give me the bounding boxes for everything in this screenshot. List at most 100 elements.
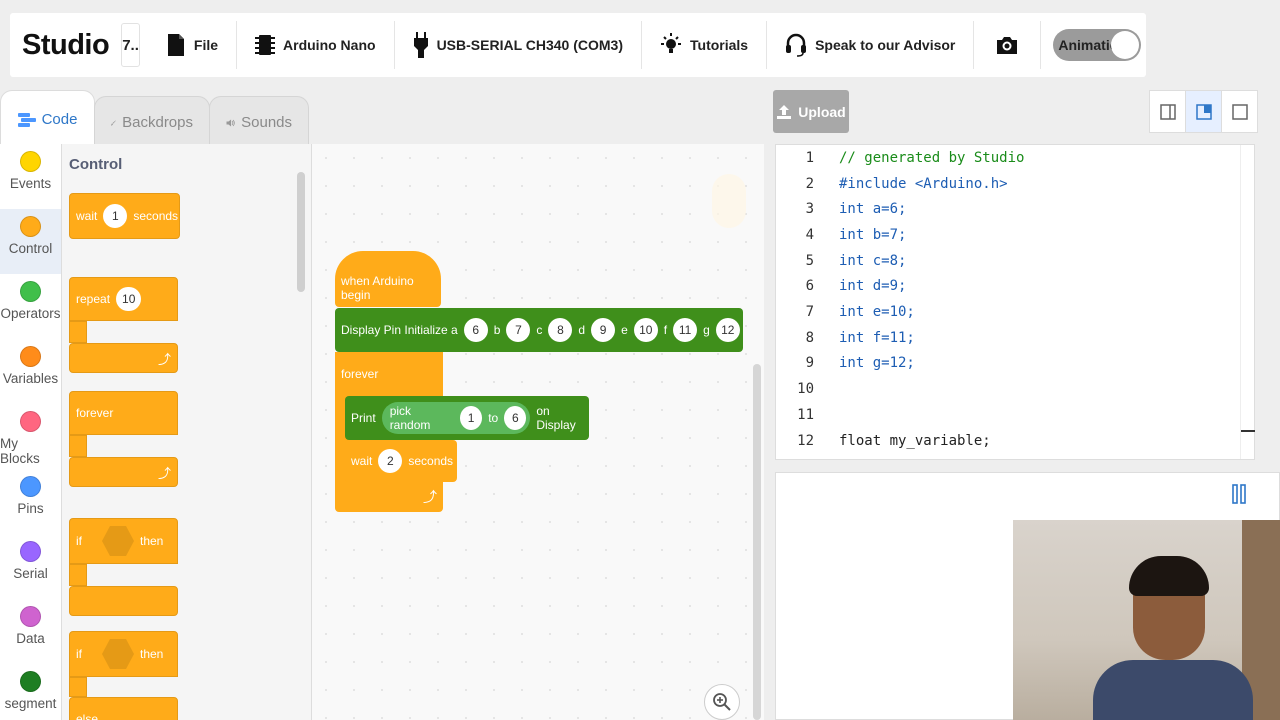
events-dot-icon bbox=[20, 151, 41, 172]
pin-c-input[interactable]: 8 bbox=[548, 318, 573, 342]
line-number: 12 bbox=[797, 432, 814, 449]
operators-dot-icon bbox=[20, 281, 41, 302]
wait-seconds-input[interactable]: 1 bbox=[103, 204, 128, 228]
tab-code[interactable]: Code bbox=[0, 90, 95, 148]
board-label: Arduino Nano bbox=[283, 37, 376, 53]
if-block-arm bbox=[69, 564, 87, 586]
project-name-field[interactable]: 7.. bbox=[121, 23, 140, 67]
code-line: 2 #include <Arduino.h> bbox=[776, 171, 1008, 197]
wait-seconds-input[interactable]: 2 bbox=[378, 449, 403, 473]
category-variables[interactable]: Variables bbox=[0, 339, 61, 404]
category-label: Pins bbox=[17, 501, 44, 516]
condition-slot[interactable] bbox=[102, 639, 134, 669]
board-selector[interactable]: Arduino Nano bbox=[237, 21, 395, 69]
pin-g-input[interactable]: 12 bbox=[715, 318, 740, 342]
block-palette: Control wait 1 seconds repeat 10 ⤴ forev… bbox=[62, 144, 312, 720]
animation-toggle-wrapper: Animation bbox=[1041, 21, 1159, 69]
pin-f-input[interactable]: 11 bbox=[673, 318, 698, 342]
category-events[interactable]: Events bbox=[0, 144, 61, 209]
segment-dot-icon bbox=[20, 671, 41, 692]
code-text: int c=8; bbox=[839, 252, 907, 269]
code-text: int g=12; bbox=[839, 355, 915, 372]
workspace-scrollbar[interactable] bbox=[753, 364, 761, 720]
layout-split-view-button[interactable] bbox=[1185, 90, 1222, 133]
tab-backdrops-label: Backdrops bbox=[122, 114, 193, 131]
if-else-block-arm bbox=[69, 677, 87, 697]
code-blocks-icon bbox=[17, 112, 36, 127]
tutorials-label: Tutorials bbox=[690, 37, 749, 53]
editor-scrollbar[interactable] bbox=[1240, 145, 1254, 459]
layout-sidebar-icon bbox=[1159, 103, 1176, 120]
category-data[interactable]: Data bbox=[0, 599, 61, 664]
pin-g-label: g bbox=[703, 323, 710, 337]
pin-e-input[interactable]: 10 bbox=[633, 318, 658, 342]
pin-d-input[interactable]: 9 bbox=[591, 318, 616, 342]
code-line: 1 // generated by Studio bbox=[776, 145, 1025, 171]
control-dot-icon bbox=[20, 216, 41, 237]
palette-wait-block[interactable]: wait 1 seconds bbox=[69, 193, 180, 239]
print-label: Print bbox=[351, 411, 376, 425]
pin-b-input[interactable]: 7 bbox=[506, 318, 531, 342]
pin-e-label: e bbox=[621, 323, 628, 337]
code-editor[interactable]: 1 // generated by Studio 2 #include <Ardui… bbox=[775, 144, 1255, 460]
webcam-person-hair bbox=[1129, 556, 1209, 596]
repeat-count-input[interactable]: 10 bbox=[116, 287, 142, 311]
zoom-in-icon bbox=[713, 693, 731, 711]
category-control[interactable]: Control bbox=[0, 209, 61, 274]
script-workspace[interactable]: when Arduino begin Display Pin Initializ… bbox=[312, 144, 764, 720]
zoom-in-button[interactable] bbox=[704, 684, 740, 720]
tab-backdrops[interactable]: Backdrops bbox=[94, 96, 210, 148]
palette-if-block[interactable]: if then bbox=[69, 518, 178, 564]
category-label: Variables bbox=[2, 371, 59, 386]
code-line: 12 float my_variable; bbox=[776, 428, 991, 454]
display-pin-initialize-block[interactable]: Display Pin Initialize a 6 b 7 c 8 d 9 e… bbox=[335, 308, 743, 352]
palette-forever-block[interactable]: forever bbox=[69, 391, 178, 435]
lightbulb-icon bbox=[661, 33, 681, 53]
forever-block-arm bbox=[69, 435, 87, 457]
pick-random-block[interactable]: pick random 1 to 6 bbox=[381, 402, 531, 434]
random-to-input[interactable]: 6 bbox=[504, 406, 527, 430]
random-from-input[interactable]: 1 bbox=[460, 406, 483, 430]
when-arduino-begin-block[interactable]: when Arduino begin bbox=[335, 251, 441, 307]
palette-repeat-block[interactable]: repeat 10 bbox=[69, 277, 178, 321]
forever-block[interactable]: forever bbox=[335, 352, 443, 396]
code-line: 7 int e=10; bbox=[776, 299, 915, 325]
block-category-menu: Events Control Operators Variables My Bl… bbox=[0, 144, 62, 720]
tutorials-button[interactable]: Tutorials bbox=[642, 21, 768, 69]
forever-block-foot: ⤴ bbox=[335, 482, 443, 512]
pause-button[interactable] bbox=[1221, 473, 1257, 515]
upload-button[interactable]: Upload bbox=[773, 90, 849, 133]
wait-block[interactable]: wait 2 seconds bbox=[345, 440, 457, 482]
tab-sounds[interactable]: Sounds bbox=[209, 96, 309, 148]
file-menu[interactable]: File bbox=[148, 21, 238, 69]
layout-sidebar-view-button[interactable] bbox=[1149, 90, 1186, 133]
usb-plug-icon bbox=[413, 32, 428, 58]
advisor-button[interactable]: Speak to our Advisor bbox=[767, 21, 975, 69]
forever-block-foot: ⤴ bbox=[69, 457, 178, 487]
pin-a-input[interactable]: 6 bbox=[463, 318, 488, 342]
line-number: 5 bbox=[805, 252, 814, 269]
print-on-display-block[interactable]: Print pick random 1 to 6 on Display bbox=[345, 396, 589, 440]
category-operators[interactable]: Operators bbox=[0, 274, 61, 339]
wait-label: wait bbox=[76, 209, 98, 223]
category-pins[interactable]: Pins bbox=[0, 469, 61, 534]
layout-full-view-button[interactable] bbox=[1221, 90, 1258, 133]
code-text: float my_variable; bbox=[839, 432, 991, 449]
category-segment[interactable]: segment bbox=[0, 664, 61, 720]
palette-if-else-block[interactable]: if then bbox=[69, 631, 178, 677]
repeat-label: repeat bbox=[76, 292, 111, 306]
paintbrush-icon bbox=[111, 119, 116, 126]
port-selector[interactable]: USB-SERIAL CH340 (COM3) bbox=[395, 21, 642, 69]
code-text: int b=7; bbox=[839, 226, 907, 243]
category-my-blocks[interactable]: My Blocks bbox=[0, 404, 61, 469]
category-serial[interactable]: Serial bbox=[0, 534, 61, 599]
animation-toggle[interactable]: Animation bbox=[1053, 29, 1142, 61]
random-to-label: to bbox=[488, 411, 499, 425]
display-init-label: Display Pin Initialize a bbox=[341, 323, 458, 337]
camera-button[interactable] bbox=[974, 21, 1042, 69]
if-label: if bbox=[76, 647, 82, 661]
condition-slot[interactable] bbox=[102, 526, 134, 556]
palette-scrollbar[interactable] bbox=[297, 172, 305, 292]
toggle-knob bbox=[1111, 31, 1140, 59]
forever-label: forever bbox=[76, 406, 114, 420]
